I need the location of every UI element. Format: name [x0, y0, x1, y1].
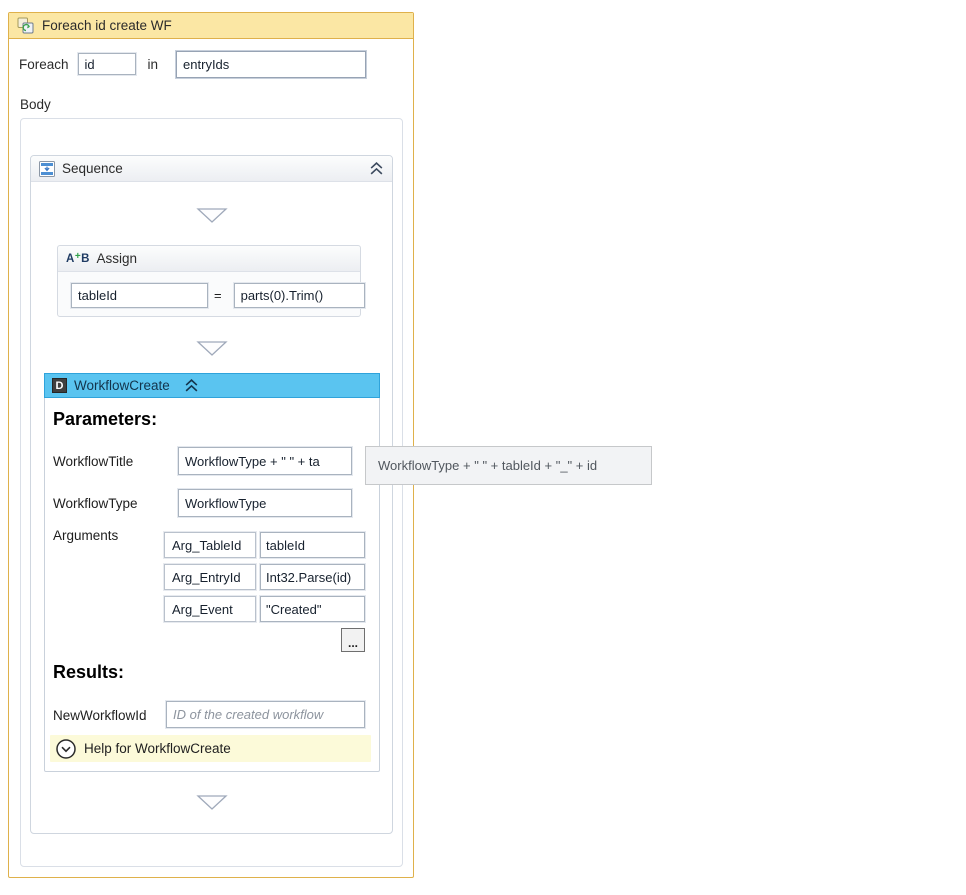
- workflow-create-header[interactable]: D WorkflowCreate: [44, 373, 380, 398]
- assign-icon: A+B: [66, 253, 89, 265]
- new-workflow-id-label: NewWorkflowId: [53, 708, 147, 723]
- argument-name: Arg_EntryId: [164, 564, 256, 590]
- drop-arrow-icon: [196, 794, 228, 811]
- workflow-create-activity[interactable]: D WorkflowCreate Parameters: WorkflowTit…: [44, 373, 380, 772]
- in-label: in: [148, 57, 159, 72]
- results-heading: Results:: [53, 662, 124, 683]
- assign-value-input[interactable]: [234, 283, 365, 308]
- workflow-type-label: WorkflowType: [53, 496, 138, 511]
- collapse-chevron-icon[interactable]: [184, 378, 199, 393]
- workflow-designer-canvas: Foreach id create WF Foreach in Body: [0, 0, 966, 895]
- expand-circle-chevron-icon[interactable]: [55, 738, 77, 760]
- help-label: Help for WorkflowCreate: [84, 741, 231, 756]
- new-workflow-id-input[interactable]: [166, 701, 365, 728]
- foreach-item-input[interactable]: [78, 53, 136, 75]
- workflow-title-input[interactable]: [178, 447, 352, 475]
- argument-value-input[interactable]: [260, 564, 365, 590]
- sequence-header[interactable]: Sequence: [31, 156, 392, 182]
- parameters-heading: Parameters:: [53, 409, 157, 430]
- drop-arrow-icon: [196, 207, 228, 224]
- sequence-activity[interactable]: Sequence A+B Assign: [30, 155, 393, 834]
- collapse-chevron-icon[interactable]: [369, 161, 384, 176]
- workflow-type-input[interactable]: [178, 489, 352, 517]
- sequence-icon: [39, 161, 55, 177]
- workflow-create-content: Parameters: WorkflowTitle WorkflowType A…: [45, 398, 379, 771]
- drop-arrow-icon: [196, 340, 228, 357]
- body-label: Body: [20, 97, 51, 112]
- foreach-collection-input[interactable]: [176, 51, 366, 78]
- foreach-icon: [17, 17, 34, 34]
- assign-to-input[interactable]: [71, 283, 208, 308]
- help-expander[interactable]: Help for WorkflowCreate: [50, 735, 371, 762]
- argument-name: Arg_TableId: [164, 532, 256, 558]
- foreach-activity[interactable]: Foreach id create WF Foreach in Body: [8, 12, 414, 878]
- foreach-expression-row: Foreach in: [19, 49, 366, 79]
- more-arguments-button[interactable]: ...: [341, 628, 365, 652]
- expression-tooltip-text: WorkflowType + " " + tableId + "_" + id: [378, 458, 597, 473]
- foreach-label: Foreach: [19, 57, 69, 72]
- workflow-create-icon: D: [52, 378, 67, 393]
- argument-name: Arg_Event: [164, 596, 256, 622]
- workflow-title-label: WorkflowTitle: [53, 454, 133, 469]
- foreach-activity-header[interactable]: Foreach id create WF: [9, 13, 413, 39]
- assign-body: =: [58, 272, 360, 308]
- sequence-title: Sequence: [62, 161, 123, 176]
- workflow-create-title: WorkflowCreate: [74, 378, 170, 393]
- assign-activity[interactable]: A+B Assign =: [57, 245, 361, 317]
- foreach-title: Foreach id create WF: [42, 18, 172, 33]
- assign-title: Assign: [96, 251, 137, 266]
- argument-value-input[interactable]: [260, 596, 365, 622]
- arguments-label: Arguments: [53, 528, 118, 543]
- expression-tooltip: WorkflowType + " " + tableId + "_" + id: [365, 446, 652, 485]
- assign-header[interactable]: A+B Assign: [58, 246, 360, 272]
- equals-sign: =: [214, 288, 222, 303]
- foreach-body-panel: Sequence A+B Assign: [20, 118, 403, 867]
- argument-value-input[interactable]: [260, 532, 365, 558]
